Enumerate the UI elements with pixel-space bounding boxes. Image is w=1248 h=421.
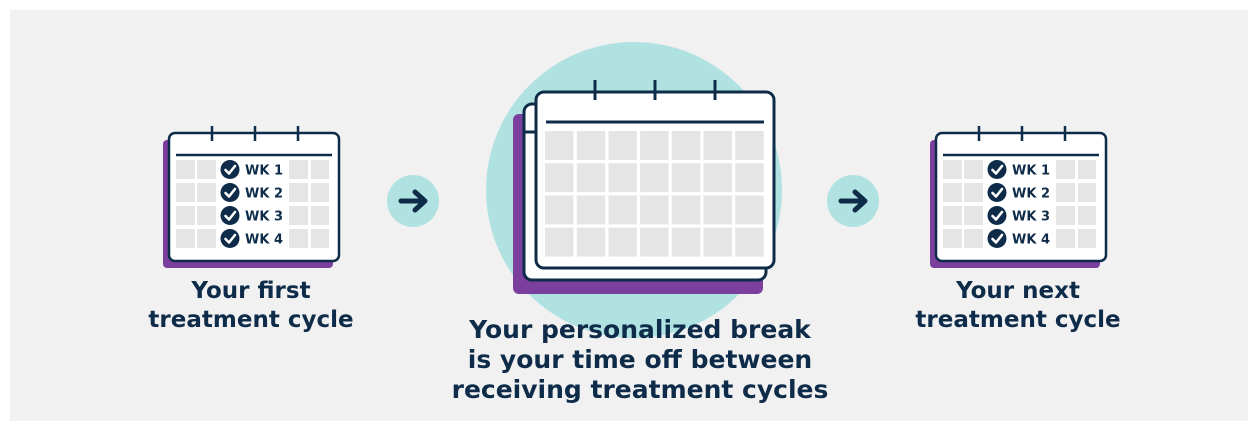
diagram-canvas: WK 1 WK 2 WK 3 WK 4 WK 1 WK 2 WK 3 WK 4 Your f… [10, 10, 1248, 421]
calendar-cell [943, 160, 962, 179]
calendar-cell [640, 227, 669, 257]
calendar-cell [943, 183, 962, 202]
calendar-cell [703, 131, 732, 160]
calendar-cell [576, 227, 606, 257]
week-label: WK 1 [245, 164, 283, 179]
calendar-cell [289, 229, 308, 248]
check-circle-icon [220, 206, 240, 225]
calendar-cell [545, 131, 574, 160]
check-circle-icon [987, 206, 1007, 225]
calendar-cell [608, 227, 637, 257]
calendar-cell [964, 160, 983, 179]
caption-line: Your personalized break [469, 315, 811, 344]
week-label: WK 1 [1012, 164, 1050, 179]
calendar-cell [176, 206, 195, 225]
calendar-cell [289, 183, 308, 202]
week-label: WK 4 [245, 233, 283, 248]
calendar-cell [640, 131, 669, 160]
next-cycle-caption: Your next treatment cycle [873, 277, 1163, 335]
calendar-cell [640, 195, 669, 225]
calendar-cell [311, 183, 329, 202]
next-calendar: WK 1 WK 2 WK 3 WK 4 [930, 126, 1108, 268]
calendar-cell [176, 229, 195, 248]
calendar-cell [943, 206, 962, 225]
caption-line: receiving treatment cycles [451, 375, 829, 404]
check-circle-icon [220, 183, 240, 202]
calendar-cell [735, 195, 764, 225]
calendar-cell [1056, 206, 1075, 225]
calendar-cell [671, 227, 701, 257]
caption-line: Your first [191, 278, 311, 304]
calendar-cell [1078, 183, 1096, 202]
calendar-cell [576, 131, 606, 160]
calendar-cell [964, 229, 983, 248]
calendar-cell [608, 131, 637, 160]
check-circle-icon [220, 229, 240, 248]
week-label: WK 2 [245, 187, 283, 202]
break-caption: Your personalized break is your time off… [415, 315, 865, 405]
arrow-right-icon [387, 175, 439, 227]
check-circle-icon [987, 183, 1007, 202]
arrow-right-icon [827, 175, 879, 227]
check-circle-icon [220, 160, 240, 179]
calendar-cell [197, 183, 216, 202]
calendar-cell [176, 183, 195, 202]
break-calendar-group [486, 42, 782, 338]
first-cycle-caption: Your first treatment cycle [106, 277, 396, 335]
calendar-cell [608, 163, 637, 193]
calendar-cell [1056, 160, 1075, 179]
calendar-cell [311, 229, 329, 248]
calendar-cell [576, 163, 606, 193]
calendar-cell [608, 195, 637, 225]
calendar-cell [1056, 183, 1075, 202]
calendar-cell [1078, 160, 1096, 179]
calendar-cell [545, 195, 574, 225]
calendar-cell [311, 160, 329, 179]
calendar-cell [735, 227, 764, 257]
check-circle-icon [987, 229, 1007, 248]
calendar-cell [1078, 206, 1096, 225]
calendar-cell [289, 206, 308, 225]
calendar-cell [703, 227, 732, 257]
caption-line: Your next [956, 278, 1080, 304]
calendar-cell [964, 183, 983, 202]
caption-line: is your time off between [467, 345, 813, 374]
caption-line: treatment cycle [148, 306, 354, 333]
calendar-cell [576, 195, 606, 225]
calendar-cell [671, 131, 701, 160]
calendar-cell [197, 229, 216, 248]
week-label: WK 3 [245, 210, 283, 225]
calendar-cell [197, 160, 216, 179]
calendar-cell [197, 206, 216, 225]
calendar-cell [943, 229, 962, 248]
calendar-cell [671, 163, 701, 193]
calendar-cell [640, 163, 669, 193]
calendar-cell [735, 131, 764, 160]
calendar-cell [545, 227, 574, 257]
calendar-cell [311, 206, 329, 225]
calendar-cell [671, 195, 701, 225]
calendar-cell [289, 160, 308, 179]
calendar-cell [735, 163, 764, 193]
break-calendar [534, 80, 776, 270]
week-label: WK 4 [1012, 233, 1050, 248]
week-label: WK 3 [1012, 210, 1050, 225]
caption-line: treatment cycle [915, 306, 1121, 333]
calendar-cell [176, 160, 195, 179]
calendar-cell [1078, 229, 1096, 248]
first-calendar: WK 1 WK 2 WK 3 WK 4 [163, 126, 341, 268]
week-label: WK 2 [1012, 187, 1050, 202]
calendar-cell [545, 163, 574, 193]
calendar-cell [703, 195, 732, 225]
calendar-cell [1056, 229, 1075, 248]
check-circle-icon [987, 160, 1007, 179]
calendar-cell [964, 206, 983, 225]
calendar-cell [703, 163, 732, 193]
